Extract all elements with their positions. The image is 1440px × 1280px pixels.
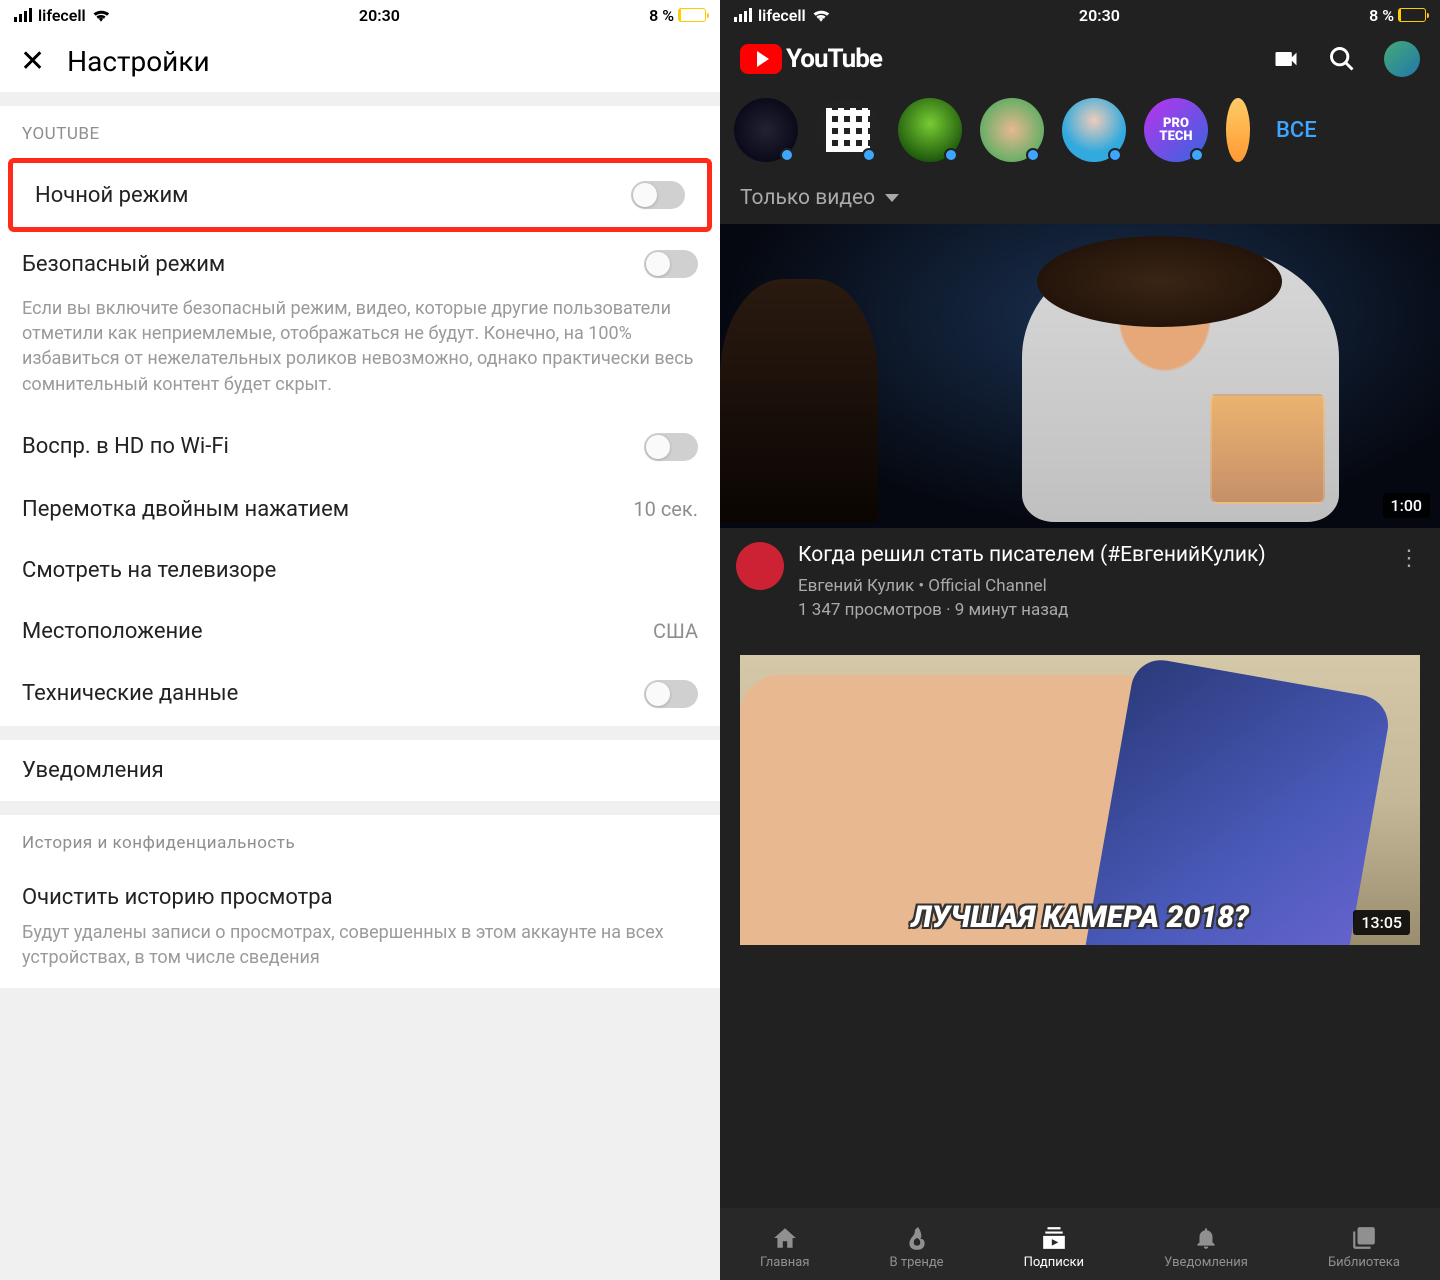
video-channel: Евгений Кулик • Official Channel: [798, 575, 1380, 599]
signal-icon: [734, 8, 752, 22]
carrier-label: lifecell: [38, 6, 86, 25]
nav-library[interactable]: Библиотека: [1328, 1225, 1400, 1270]
hd-wifi-toggle[interactable]: [644, 433, 698, 461]
thumbnail-title-overlay: ЛУЧШАЯ КАМЕРА 2018?: [911, 900, 1249, 935]
wifi-icon: [812, 8, 830, 22]
filter-dropdown[interactable]: Только видео: [720, 172, 1440, 224]
battery-icon: [1398, 8, 1426, 22]
channels-strip[interactable]: PROTECH ВСЕ: [720, 88, 1440, 172]
location-label: Местоположение: [22, 619, 203, 644]
tech-data-label: Технические данные: [22, 681, 238, 706]
location-row[interactable]: Местоположение США: [0, 601, 720, 662]
video-title: Когда решил стать писателем (#ЕвгенийКул…: [798, 542, 1380, 569]
trending-icon: [903, 1225, 931, 1251]
hd-wifi-label: Воспр. в HD по Wi-Fi: [22, 434, 229, 459]
watch-tv-label: Смотреть на телевизоре: [22, 558, 276, 583]
night-mode-highlight: Ночной режим: [8, 158, 712, 232]
youtube-wordmark: YouTube: [786, 44, 882, 74]
status-bar: lifecell 20:30 8 %: [0, 0, 720, 30]
youtube-play-icon: [740, 44, 782, 74]
double-tap-label: Перемотка двойным нажатием: [22, 497, 349, 522]
tech-data-row[interactable]: Технические данные: [0, 662, 720, 726]
safe-mode-description: Если вы включите безопасный режим, видео…: [0, 296, 720, 415]
profile-avatar[interactable]: [1384, 41, 1420, 77]
close-icon[interactable]: ✕: [20, 44, 45, 79]
bottom-nav: Главная В тренде Подписки Уведомления Би…: [720, 1208, 1440, 1280]
channel-avatar-small[interactable]: [736, 542, 784, 590]
carrier-label: lifecell: [758, 6, 806, 25]
notifications-label: Уведомления: [22, 758, 164, 783]
library-icon: [1350, 1225, 1378, 1251]
double-tap-row[interactable]: Перемотка двойным нажатием 10 сек.: [0, 479, 720, 540]
search-icon[interactable]: [1328, 45, 1356, 73]
clear-history-description: Будут удалены записи о просмотрах, совер…: [0, 920, 720, 988]
time-label: 20:30: [359, 6, 400, 25]
clear-history-label: Очистить историю просмотра: [22, 885, 333, 910]
night-mode-toggle[interactable]: [631, 181, 685, 209]
battery-percent: 8 %: [1369, 6, 1394, 25]
night-mode-row[interactable]: Ночной режим: [13, 163, 707, 227]
nav-subscriptions[interactable]: Подписки: [1024, 1225, 1084, 1270]
section-header-youtube: YOUTUBE: [0, 106, 720, 158]
subscriptions-icon: [1040, 1225, 1068, 1251]
safe-mode-toggle[interactable]: [644, 250, 698, 278]
night-mode-label: Ночной режим: [35, 183, 188, 208]
channel-avatar[interactable]: PROTECH: [1144, 98, 1208, 162]
channel-avatar[interactable]: [1062, 98, 1126, 162]
video-card[interactable]: ЛУЧШАЯ КАМЕРА 2018? 13:05: [720, 655, 1440, 945]
battery-icon: [678, 8, 706, 22]
nav-notifications[interactable]: Уведомления: [1164, 1225, 1248, 1270]
hd-wifi-row[interactable]: Воспр. в HD по Wi-Fi: [0, 415, 720, 479]
video-duration: 13:05: [1353, 910, 1410, 935]
battery-percent: 8 %: [649, 6, 674, 25]
page-title: Настройки: [67, 45, 209, 78]
location-value: США: [653, 619, 698, 643]
nav-home[interactable]: Главная: [760, 1225, 809, 1270]
youtube-header: YouTube: [720, 30, 1440, 88]
tech-data-toggle[interactable]: [644, 680, 698, 708]
safe-mode-label: Безопасный режим: [22, 252, 225, 277]
channel-avatar[interactable]: [898, 98, 962, 162]
wifi-icon: [92, 8, 110, 22]
youtube-screen: lifecell 20:30 8 % YouTube PROTECH ВСЕ Т…: [720, 0, 1440, 1280]
watch-tv-row[interactable]: Смотреть на телевизоре: [0, 540, 720, 601]
video-duration: 1:00: [1383, 493, 1431, 518]
camera-icon[interactable]: [1272, 45, 1300, 73]
settings-screen: lifecell 20:30 8 % ✕ Настройки YOUTUBE Н…: [0, 0, 720, 1280]
video-thumbnail[interactable]: 1:00: [720, 224, 1440, 528]
notifications-row[interactable]: Уведомления: [0, 740, 720, 801]
section-header-history: История и конфиденциальность: [0, 815, 720, 867]
channel-avatar-partial[interactable]: [1226, 98, 1250, 162]
safe-mode-row[interactable]: Безопасный режим: [0, 232, 720, 296]
home-icon: [771, 1225, 799, 1251]
channel-avatar[interactable]: [734, 98, 798, 162]
video-stats: 1 347 просмотров · 9 минут назад: [798, 599, 1380, 623]
more-options-icon[interactable]: ⋮: [1394, 542, 1424, 623]
nav-header: ✕ Настройки: [0, 30, 720, 92]
youtube-logo[interactable]: YouTube: [740, 44, 882, 74]
chevron-down-icon: [885, 194, 899, 202]
filter-label: Только видео: [740, 186, 875, 210]
nav-trending[interactable]: В тренде: [890, 1225, 944, 1270]
double-tap-value: 10 сек.: [633, 497, 698, 521]
bell-icon: [1192, 1225, 1220, 1251]
signal-icon: [14, 8, 32, 22]
video-thumbnail[interactable]: ЛУЧШАЯ КАМЕРА 2018? 13:05: [740, 655, 1420, 945]
status-bar: lifecell 20:30 8 %: [720, 0, 1440, 30]
clear-history-row[interactable]: Очистить историю просмотра: [0, 867, 720, 920]
channel-avatar[interactable]: [980, 98, 1044, 162]
channel-avatar[interactable]: [816, 98, 880, 162]
video-card[interactable]: 1:00 Когда решил стать писателем (#Евген…: [720, 224, 1440, 637]
all-channels-button[interactable]: ВСЕ: [1268, 118, 1325, 143]
time-label: 20:30: [1079, 6, 1120, 25]
